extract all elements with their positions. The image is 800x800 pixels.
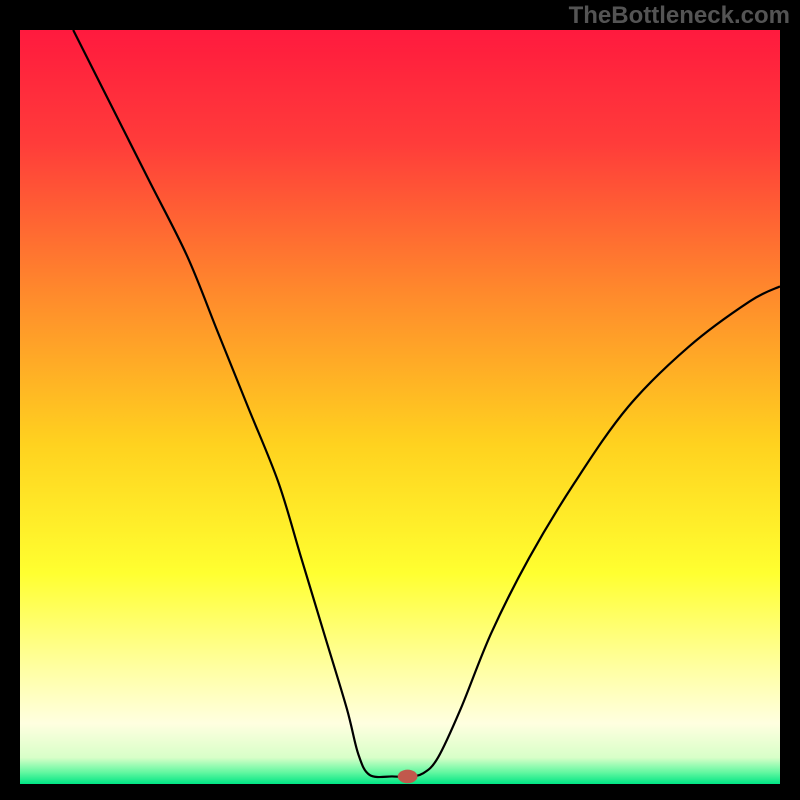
- optimal-point-marker: [398, 770, 418, 784]
- chart-frame: TheBottleneck.com: [0, 0, 800, 800]
- gradient-background: [20, 30, 780, 784]
- chart-svg: [20, 30, 780, 784]
- watermark-text: TheBottleneck.com: [569, 2, 790, 30]
- plot-area: [20, 30, 780, 784]
